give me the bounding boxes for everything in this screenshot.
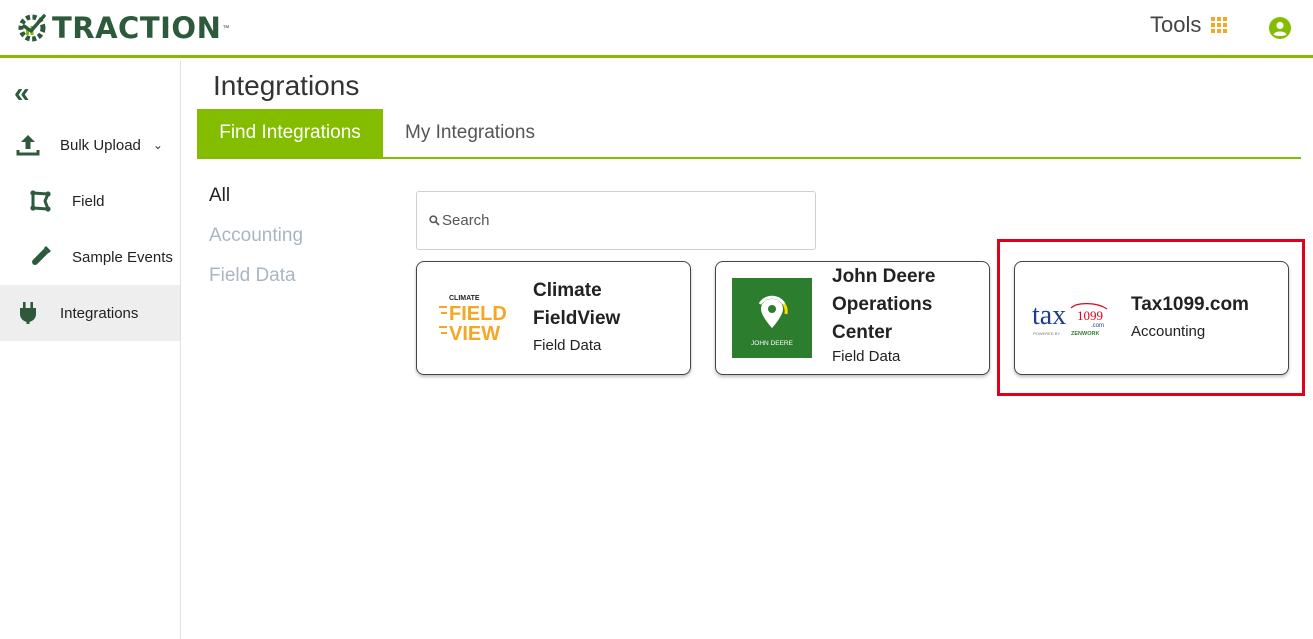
sidebar-item-label: Bulk Upload [60,136,141,154]
tools-label: Tools [1150,12,1202,37]
logo-text: POWERED BY [1033,331,1060,336]
upload-icon [14,131,42,159]
logo-text: tax [1032,300,1066,331]
collapse-sidebar-icon[interactable]: « [14,79,30,107]
sidebar-item-label: Sample Events [72,248,173,266]
sidebar-item-integrations[interactable]: Integrations [0,285,180,341]
filter-all[interactable]: All [209,183,303,223]
integration-card-tax1099[interactable]: tax 1099 .com POWERED BY ZENWORK Tax1099… [1014,261,1289,375]
card-category: Field Data [832,348,901,365]
page-title: Integrations [213,70,360,101]
card-title: John Deere Operations Center [832,266,936,343]
test-tube-icon [26,243,54,271]
logo-text: JOHN DEERE [751,340,794,347]
plug-icon [14,299,42,327]
logo-text: 1099 [1077,308,1103,323]
integration-tabs: Find Integrations My Integrations [197,109,1301,159]
grid-icon [1211,17,1228,33]
tab-my-integrations[interactable]: My Integrations [383,109,557,157]
sidebar-item-label: Field [72,192,105,210]
sidebar-item-label: Integrations [60,304,139,322]
logo-text: .com [1091,323,1104,329]
logo-text: ZENWORK [1071,331,1099,337]
traction-logo[interactable]: TRACTION ™ [16,8,229,48]
tools-menu[interactable]: Tools [1150,12,1228,38]
card-title: Climate FieldView [533,280,621,329]
logo-text: CLIMATE [449,295,480,302]
integration-card-climate-fieldview[interactable]: CLIMATE FIELD VIEW Climate FieldView Fie… [416,261,691,375]
sidebar-item-sample-events[interactable]: Sample Events [0,229,180,285]
sidebar-item-bulk-upload[interactable]: Bulk Upload ⌄ [0,117,180,173]
card-category: Field Data [533,337,602,354]
logo-text: FIELD [449,303,507,325]
gear-check-icon [18,14,46,42]
logo-text: VIEW [449,323,500,344]
tab-find-integrations[interactable]: Find Integrations [197,109,383,157]
sidebar-item-field[interactable]: Field [0,173,180,229]
filter-accounting[interactable]: Accounting [209,223,303,263]
search-icon [429,215,440,226]
category-filters: All Accounting Field Data [209,183,303,303]
sidebar: « Bulk Upload ⌄ Field Sample Events Inte… [0,61,181,639]
user-circle-icon[interactable] [1269,17,1291,39]
field-icon [26,187,54,215]
chevron-down-icon: ⌄ [152,138,163,152]
brand-name: TRACTION [52,11,222,45]
search-input[interactable] [442,212,802,229]
john-deere-logo: JOHN DEERE [732,278,812,358]
card-category: Accounting [1131,323,1206,340]
climate-fieldview-logo: CLIMATE FIELD VIEW [433,278,513,358]
trademark: ™ [222,24,230,32]
filter-field-data[interactable]: Field Data [209,263,303,303]
integration-card-john-deere[interactable]: JOHN DEERE John Deere Operations Center … [715,261,990,375]
search-box[interactable] [416,191,816,250]
card-title: Tax1099.com [1131,294,1249,315]
top-header: TRACTION ™ Tools [0,0,1313,58]
tax1099-logo: tax 1099 .com POWERED BY ZENWORK [1031,278,1111,358]
